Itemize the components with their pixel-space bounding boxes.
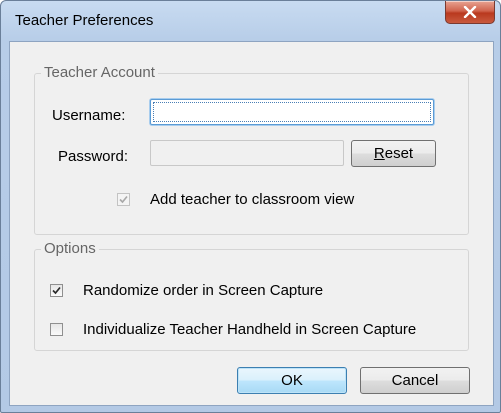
reset-button[interactable]: Reset — [351, 140, 436, 167]
dialog-title: Teacher Preferences — [15, 12, 154, 29]
password-input[interactable] — [150, 140, 344, 166]
title-bar[interactable]: Teacher Preferences — [1, 1, 500, 41]
username-input[interactable] — [150, 99, 434, 125]
cancel-button[interactable]: Cancel — [360, 367, 470, 394]
teacher-account-legend: Teacher Account — [41, 65, 158, 81]
individualize-checkbox[interactable] — [50, 323, 63, 336]
checkmark-icon — [52, 286, 61, 295]
individualize-label[interactable]: Individualize Teacher Handheld in Screen… — [83, 321, 416, 338]
username-label: Username: — [52, 107, 126, 124]
options-legend: Options — [41, 241, 99, 257]
dialog-body: Teacher Account Username: Password: Rese… — [9, 41, 494, 406]
ok-button[interactable]: OK — [237, 367, 347, 394]
add-teacher-checkbox[interactable] — [117, 193, 130, 206]
focus-indicator — [153, 102, 431, 122]
close-icon — [463, 6, 477, 18]
checkmark-icon — [119, 195, 128, 204]
teacher-preferences-dialog: Teacher Preferences Teacher Account User… — [0, 0, 501, 413]
password-label: Password: — [58, 148, 129, 165]
close-button[interactable] — [445, 1, 495, 24]
randomize-label[interactable]: Randomize order in Screen Capture — [83, 282, 323, 299]
add-teacher-label[interactable]: Add teacher to classroom view — [150, 191, 354, 208]
randomize-checkbox[interactable] — [50, 284, 63, 297]
